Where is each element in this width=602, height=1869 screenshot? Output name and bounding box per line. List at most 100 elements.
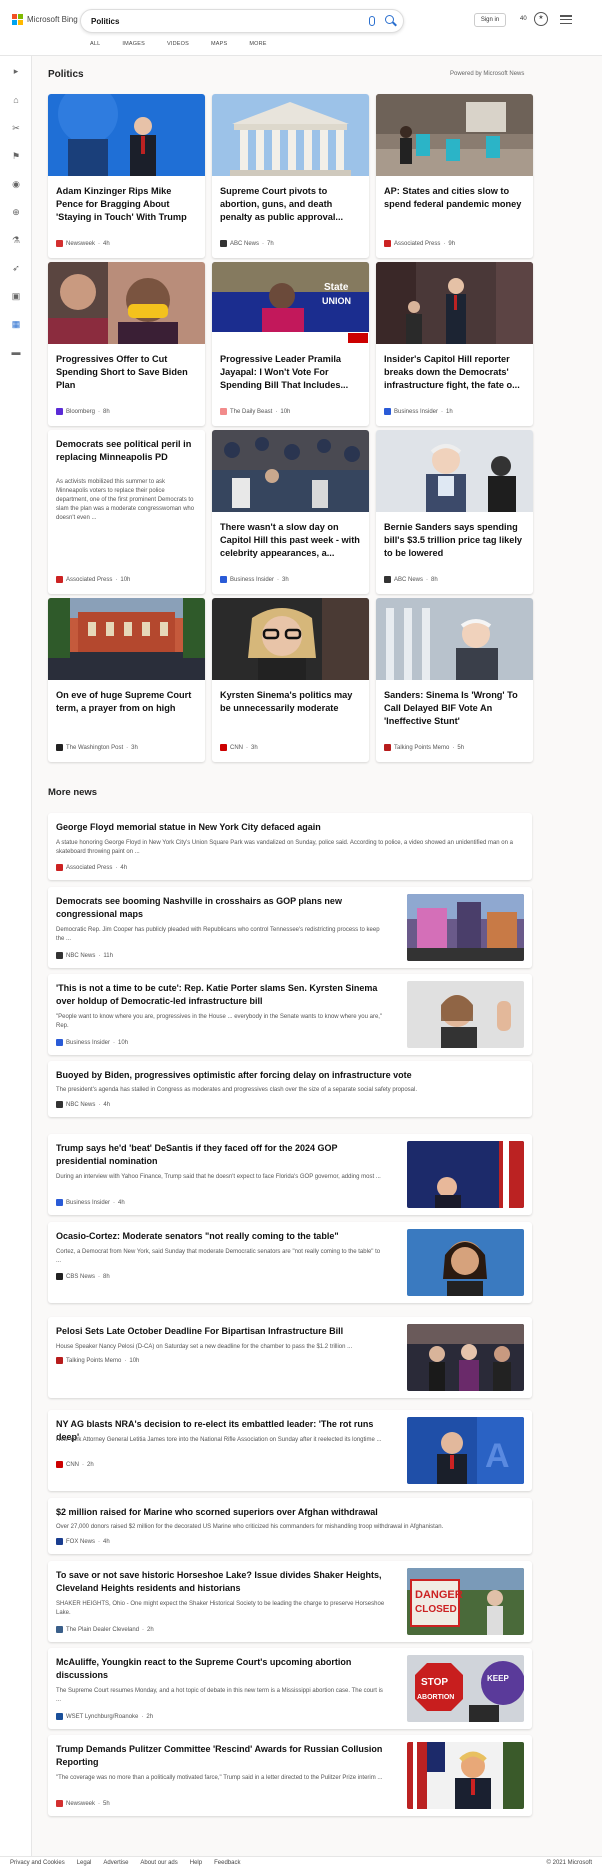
source-name: Business Insider <box>66 1039 111 1046</box>
news-card[interactable]: On eve of huge Supreme Court term, a pra… <box>48 598 205 762</box>
tab-maps[interactable]: MAPS <box>211 41 227 47</box>
expand-sidebar-icon[interactable]: ▸ <box>10 65 22 77</box>
card-title[interactable]: There wasn't a slow day on Capitol Hill … <box>220 521 362 560</box>
news-list-item[interactable]: NY AG blasts NRA's decision to re-elect … <box>48 1410 532 1491</box>
item-snippet: SHAKER HEIGHTS, Ohio - One might expect … <box>56 1601 385 1616</box>
footer-link-privacy[interactable]: Privacy and Cookies <box>10 1860 65 1866</box>
source-name: FOX News <box>66 1538 96 1545</box>
location-pin-icon[interactable]: ◉ <box>10 178 22 190</box>
news-sidebar: ▸ ⌂ ✂ ⚑ ◉ ⊕ ⚗ ➶ ▣ ▦ ▬ <box>0 56 32 1866</box>
tab-videos[interactable]: VIDEOS <box>167 41 189 47</box>
money-icon[interactable]: ▬ <box>10 346 22 358</box>
item-title[interactable]: George Floyd memorial statue in New York… <box>56 821 516 834</box>
section-title: Politics <box>48 69 84 80</box>
news-card[interactable]: Democrats see political peril in replaci… <box>48 430 205 594</box>
flag-icon[interactable]: ⚑ <box>10 150 22 162</box>
item-title[interactable]: Democrats see booming Nashville in cross… <box>56 895 386 920</box>
tab-images[interactable]: IMAGES <box>122 41 145 47</box>
news-card[interactable]: Bernie Sanders says spending bill's $3.5… <box>376 430 533 594</box>
card-title[interactable]: Bernie Sanders says spending bill's $3.5… <box>384 521 526 560</box>
item-title[interactable]: To save or not save historic Horseshoe L… <box>56 1569 386 1594</box>
card-source: Associated Press · 9h <box>384 240 455 247</box>
svg-text:ABORTION: ABORTION <box>417 1694 454 1701</box>
politics-icon[interactable]: ▦ <box>10 318 22 330</box>
item-title[interactable]: Ocasio-Cortez: Moderate senators "not re… <box>56 1230 386 1243</box>
item-title[interactable]: Buoyed by Biden, progressives optimistic… <box>56 1069 516 1082</box>
news-list-item[interactable]: 'This is not a time to be cute': Rep. Ka… <box>48 974 532 1055</box>
footer-link-advertise[interactable]: Advertise <box>103 1860 128 1866</box>
tools-icon[interactable]: ✂ <box>10 122 22 134</box>
news-image <box>407 981 524 1048</box>
globe-icon[interactable]: ⊕ <box>10 206 22 218</box>
home-icon[interactable]: ⌂ <box>10 94 22 106</box>
time-ago: 4h <box>118 1199 125 1206</box>
news-list-item[interactable]: Pelosi Sets Late October Deadline For Bi… <box>48 1317 532 1398</box>
item-source: Associated Press · 4h <box>56 864 127 871</box>
card-source: Talking Points Memo · 5h <box>384 744 464 751</box>
card-title[interactable]: Adam Kinzinger Rips Mike Pence for Bragg… <box>56 185 198 224</box>
source-logo-icon <box>384 408 391 415</box>
time-ago: 3h <box>251 744 258 751</box>
rewards-trophy-icon[interactable]: ★ <box>534 12 548 26</box>
news-card[interactable]: Kyrsten Sinema's politics may be unneces… <box>212 598 369 762</box>
card-title[interactable]: Progressive Leader Pramila Jayapal: I Wo… <box>220 353 362 392</box>
news-list-item[interactable]: Trump says he'd 'beat' DeSantis if they … <box>48 1134 532 1215</box>
microphone-icon[interactable] <box>369 16 375 26</box>
card-source: Associated Press · 10h <box>56 576 130 583</box>
card-title[interactable]: Democrats see political peril in replaci… <box>56 438 198 464</box>
card-title[interactable]: Progressives Offer to Cut Spending Short… <box>56 353 198 392</box>
card-snippet: As activists mobilized this summer to as… <box>56 479 195 521</box>
search-icon[interactable] <box>385 15 394 24</box>
news-card[interactable]: Insider's Capitol Hill reporter breaks d… <box>376 262 533 426</box>
source-logo-icon <box>56 1357 63 1364</box>
entertainment-icon[interactable]: ▣ <box>10 290 22 302</box>
news-card[interactable]: AP: States and cities slow to spend fede… <box>376 94 533 258</box>
item-title[interactable]: $2 million raised for Marine who scorned… <box>56 1506 516 1519</box>
card-title[interactable]: Supreme Court pivots to abortion, guns, … <box>220 185 362 224</box>
news-list-item[interactable]: George Floyd memorial statue in New York… <box>48 813 532 880</box>
item-title[interactable]: Pelosi Sets Late October Deadline For Bi… <box>56 1325 386 1338</box>
item-title[interactable]: Trump says he'd 'beat' DeSantis if they … <box>56 1142 386 1167</box>
more-news-title: More news <box>48 787 98 798</box>
news-list-item[interactable]: Ocasio-Cortez: Moderate senators "not re… <box>48 1222 532 1303</box>
source-name: Associated Press <box>66 864 113 871</box>
news-image <box>376 94 533 176</box>
news-card[interactable]: Sanders: Sinema Is 'Wrong' To Call Delay… <box>376 598 533 762</box>
science-icon[interactable]: ⚗ <box>10 234 22 246</box>
rocket-icon[interactable]: ➶ <box>10 262 22 274</box>
card-title[interactable]: Kyrsten Sinema's politics may be unneces… <box>220 689 362 715</box>
bing-logo[interactable]: Microsoft Bing <box>12 14 78 25</box>
footer-link-legal[interactable]: Legal <box>77 1860 92 1866</box>
source-logo-icon <box>56 952 63 959</box>
news-list-item[interactable]: Buoyed by Biden, progressives optimistic… <box>48 1061 532 1117</box>
news-list-item[interactable]: Trump Demands Pulitzer Committee 'Rescin… <box>48 1735 532 1816</box>
item-title[interactable]: 'This is not a time to be cute': Rep. Ka… <box>56 982 386 1007</box>
news-card[interactable]: There wasn't a slow day on Capitol Hill … <box>212 430 369 594</box>
footer-link-feedback[interactable]: Feedback <box>214 1860 240 1866</box>
item-title[interactable]: McAuliffe, Youngkin react to the Supreme… <box>56 1656 386 1681</box>
card-title[interactable]: Sanders: Sinema Is 'Wrong' To Call Delay… <box>384 689 526 728</box>
svg-text:DANGER: DANGER <box>415 1589 463 1601</box>
card-title[interactable]: On eve of huge Supreme Court term, a pra… <box>56 689 198 715</box>
card-title[interactable]: AP: States and cities slow to spend fede… <box>384 185 526 211</box>
news-list-item[interactable]: Democrats see booming Nashville in cross… <box>48 887 532 968</box>
tab-all[interactable]: ALL <box>90 41 100 47</box>
hamburger-menu-icon[interactable] <box>560 15 572 24</box>
footer-link-about-ads[interactable]: About our ads <box>140 1860 177 1866</box>
tab-more[interactable]: MORE <box>249 41 266 47</box>
source-name: Business Insider <box>66 1199 111 1206</box>
news-list-item[interactable]: To save or not save historic Horseshoe L… <box>48 1561 532 1642</box>
time-ago: 1h <box>446 408 453 415</box>
footer-link-help[interactable]: Help <box>190 1860 202 1866</box>
news-card[interactable]: State UNION Progressive Leader Pramila Ja… <box>212 262 369 426</box>
news-image <box>48 598 205 680</box>
search-input[interactable] <box>91 14 351 28</box>
news-list-item[interactable]: McAuliffe, Youngkin react to the Supreme… <box>48 1648 532 1729</box>
sign-in-button[interactable]: Sign in <box>474 13 506 27</box>
item-title[interactable]: Trump Demands Pulitzer Committee 'Rescin… <box>56 1743 386 1768</box>
news-card[interactable]: Supreme Court pivots to abortion, guns, … <box>212 94 369 258</box>
card-title[interactable]: Insider's Capitol Hill reporter breaks d… <box>384 353 526 392</box>
news-card[interactable]: Adam Kinzinger Rips Mike Pence for Bragg… <box>48 94 205 258</box>
news-list-item[interactable]: $2 million raised for Marine who scorned… <box>48 1498 532 1554</box>
news-card[interactable]: Progressives Offer to Cut Spending Short… <box>48 262 205 426</box>
